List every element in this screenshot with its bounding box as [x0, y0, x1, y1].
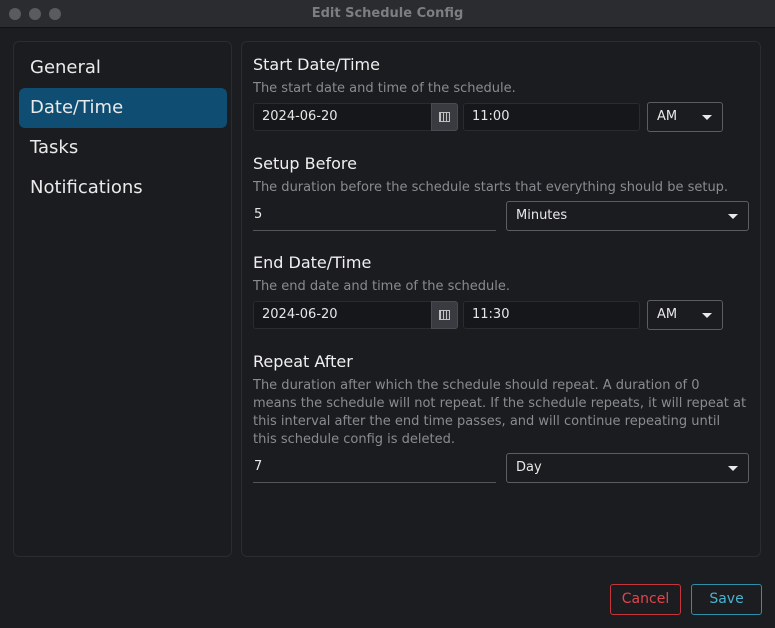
start-calendar-button[interactable]	[431, 103, 458, 131]
start-date-value: 2024-06-20	[262, 109, 338, 124]
repeat-after-description-line-4: this schedule config is deleted.	[253, 432, 456, 447]
repeat-after-unit-select[interactable]: Day	[506, 453, 749, 483]
repeat-after-input[interactable]: 7	[253, 453, 496, 483]
setup-before-description: The duration before the schedule starts …	[253, 180, 729, 195]
sidebar: General Date/Time Tasks Notifications	[13, 41, 232, 557]
chevron-down-icon	[702, 313, 712, 318]
end-calendar-button[interactable]	[431, 301, 458, 329]
repeat-after-value: 7	[254, 459, 263, 474]
setup-before-title: Setup Before	[253, 154, 357, 173]
end-date-value: 2024-06-20	[262, 307, 338, 322]
repeat-after-description-line-2: means the schedule will not repeat. If t…	[253, 396, 747, 411]
setup-before-value: 5	[254, 207, 263, 222]
end-time-input[interactable]: 11:30	[463, 301, 640, 329]
end-ampm-select[interactable]: AM	[647, 300, 723, 330]
sidebar-item-date-time[interactable]: Date/Time	[19, 88, 227, 128]
window-title: Edit Schedule Config	[311, 6, 464, 21]
chevron-down-icon	[728, 214, 738, 219]
repeat-after-description-line-1: The duration after which the schedule sh…	[253, 378, 700, 393]
sidebar-item-general[interactable]: General	[19, 48, 227, 88]
start-time-input[interactable]: 11:00	[463, 103, 640, 131]
sidebar-item-notifications[interactable]: Notifications	[19, 168, 227, 208]
cancel-button[interactable]: Cancel	[610, 584, 681, 615]
calendar-icon	[439, 112, 450, 122]
end-time-value: 11:30	[472, 307, 510, 322]
sidebar-item-tasks[interactable]: Tasks	[19, 128, 227, 168]
end-date-input[interactable]: 2024-06-20	[253, 301, 458, 329]
start-datetime-title: Start Date/Time	[253, 55, 380, 74]
repeat-after-title: Repeat After	[253, 352, 353, 371]
title-bar: Edit Schedule Config	[0, 0, 775, 28]
start-date-input[interactable]: 2024-06-20	[253, 103, 458, 131]
save-button[interactable]: Save	[691, 584, 762, 615]
end-ampm-value: AM	[657, 307, 678, 322]
start-datetime-description: The start date and time of the schedule.	[253, 81, 516, 96]
settings-panel: Start Date/Time The start date and time …	[241, 41, 761, 557]
end-datetime-description: The end date and time of the schedule.	[253, 279, 510, 294]
chevron-down-icon	[702, 115, 712, 120]
calendar-icon	[439, 310, 450, 320]
start-ampm-value: AM	[657, 109, 678, 124]
repeat-after-unit-value: Day	[516, 460, 542, 475]
setup-before-unit-value: Minutes	[516, 208, 568, 223]
chevron-down-icon	[728, 466, 738, 471]
start-time-value: 11:00	[472, 109, 510, 124]
setup-before-unit-select[interactable]: Minutes	[506, 201, 749, 231]
start-ampm-select[interactable]: AM	[647, 102, 723, 132]
setup-before-input[interactable]: 5	[253, 201, 496, 231]
repeat-after-description-line-3: this interval after the end time passes,…	[253, 414, 721, 429]
end-datetime-title: End Date/Time	[253, 253, 372, 272]
